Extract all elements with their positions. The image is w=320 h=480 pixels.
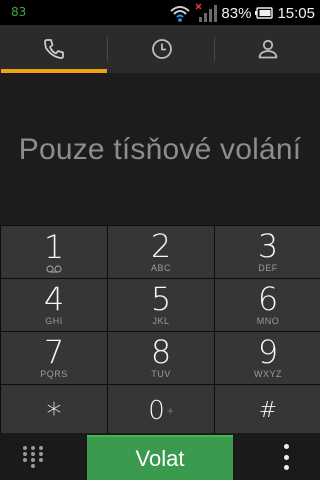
clock-time: 15:05: [277, 4, 315, 22]
tab-contacts[interactable]: [215, 25, 320, 73]
call-button-label: Volat: [135, 445, 185, 471]
key-digit: #: [258, 398, 278, 423]
key-2[interactable]: 2 ABC: [108, 226, 214, 278]
key-digit: 5: [150, 280, 172, 318]
key-digit: *: [46, 397, 62, 432]
wifi-icon: [170, 6, 191, 22]
key-letters: PQRS: [40, 369, 68, 379]
status-bar: 83 83% 15:05: [0, 0, 320, 25]
tab-dialer[interactable]: [0, 25, 108, 73]
key-digit: 2: [150, 227, 172, 265]
dialpad-grid-icon[interactable]: [20, 445, 46, 469]
status-icons: 83% 15:05: [169, 2, 315, 24]
key-letters: MNO: [256, 316, 280, 326]
notification-count: 83: [11, 5, 27, 19]
key-digit: 4: [43, 280, 65, 318]
phone-icon: [44, 39, 64, 59]
key-digit: 9: [257, 333, 279, 371]
key-8[interactable]: 8 TUV: [108, 332, 214, 384]
key-digit: 0: [148, 396, 165, 426]
dial-keypad: 1 2 ABC 3 DEF 4 GHI 5 JKL 6 MNO 7 PQRS 8…: [0, 225, 320, 437]
voicemail-icon: [46, 264, 62, 273]
overflow-menu-icon[interactable]: [280, 442, 292, 472]
key-digit: 8: [150, 333, 172, 371]
key-0-content: 0 +: [148, 396, 174, 426]
key-hash[interactable]: #: [215, 385, 320, 437]
emergency-only-text: Pouze tísňové volání: [18, 133, 302, 166]
key-5[interactable]: 5 JKL: [108, 279, 214, 331]
key-1[interactable]: 1: [1, 226, 107, 278]
battery-icon: [255, 7, 274, 19]
key-letters: GHI: [45, 316, 63, 326]
key-letters: ABC: [150, 263, 171, 273]
key-digit: 1: [43, 227, 65, 266]
key-0[interactable]: 0 +: [108, 385, 214, 437]
key-letters: TUV: [151, 369, 171, 379]
tab-call-log[interactable]: [108, 25, 215, 73]
key-6[interactable]: 6 MNO: [215, 279, 320, 331]
bottom-action-bar: Volat: [0, 433, 320, 480]
battery-percent: 83%: [221, 4, 252, 22]
key-9[interactable]: 9 WXYZ: [215, 332, 320, 384]
number-display[interactable]: Pouze tísňové volání: [0, 73, 320, 225]
signal-icon: [195, 3, 218, 22]
clock-icon: [151, 39, 172, 59]
key-7[interactable]: 7 PQRS: [1, 332, 107, 384]
menu-dot: [283, 444, 289, 449]
key-star[interactable]: *: [1, 385, 107, 437]
call-button[interactable]: Volat: [87, 435, 233, 480]
key-digit: 7: [43, 333, 65, 371]
key-letters: WXYZ: [254, 369, 282, 379]
key-letters: DEF: [258, 263, 278, 273]
key-digit: 3: [257, 227, 279, 265]
key-plus-symbol: +: [166, 404, 174, 418]
tab-bar: [0, 25, 320, 73]
person-icon: [258, 39, 277, 59]
key-digit: 6: [257, 280, 279, 318]
menu-dot: [283, 465, 289, 470]
key-letters: JKL: [152, 316, 170, 326]
menu-dot: [283, 454, 289, 460]
key-3[interactable]: 3 DEF: [215, 226, 320, 278]
key-4[interactable]: 4 GHI: [1, 279, 107, 331]
